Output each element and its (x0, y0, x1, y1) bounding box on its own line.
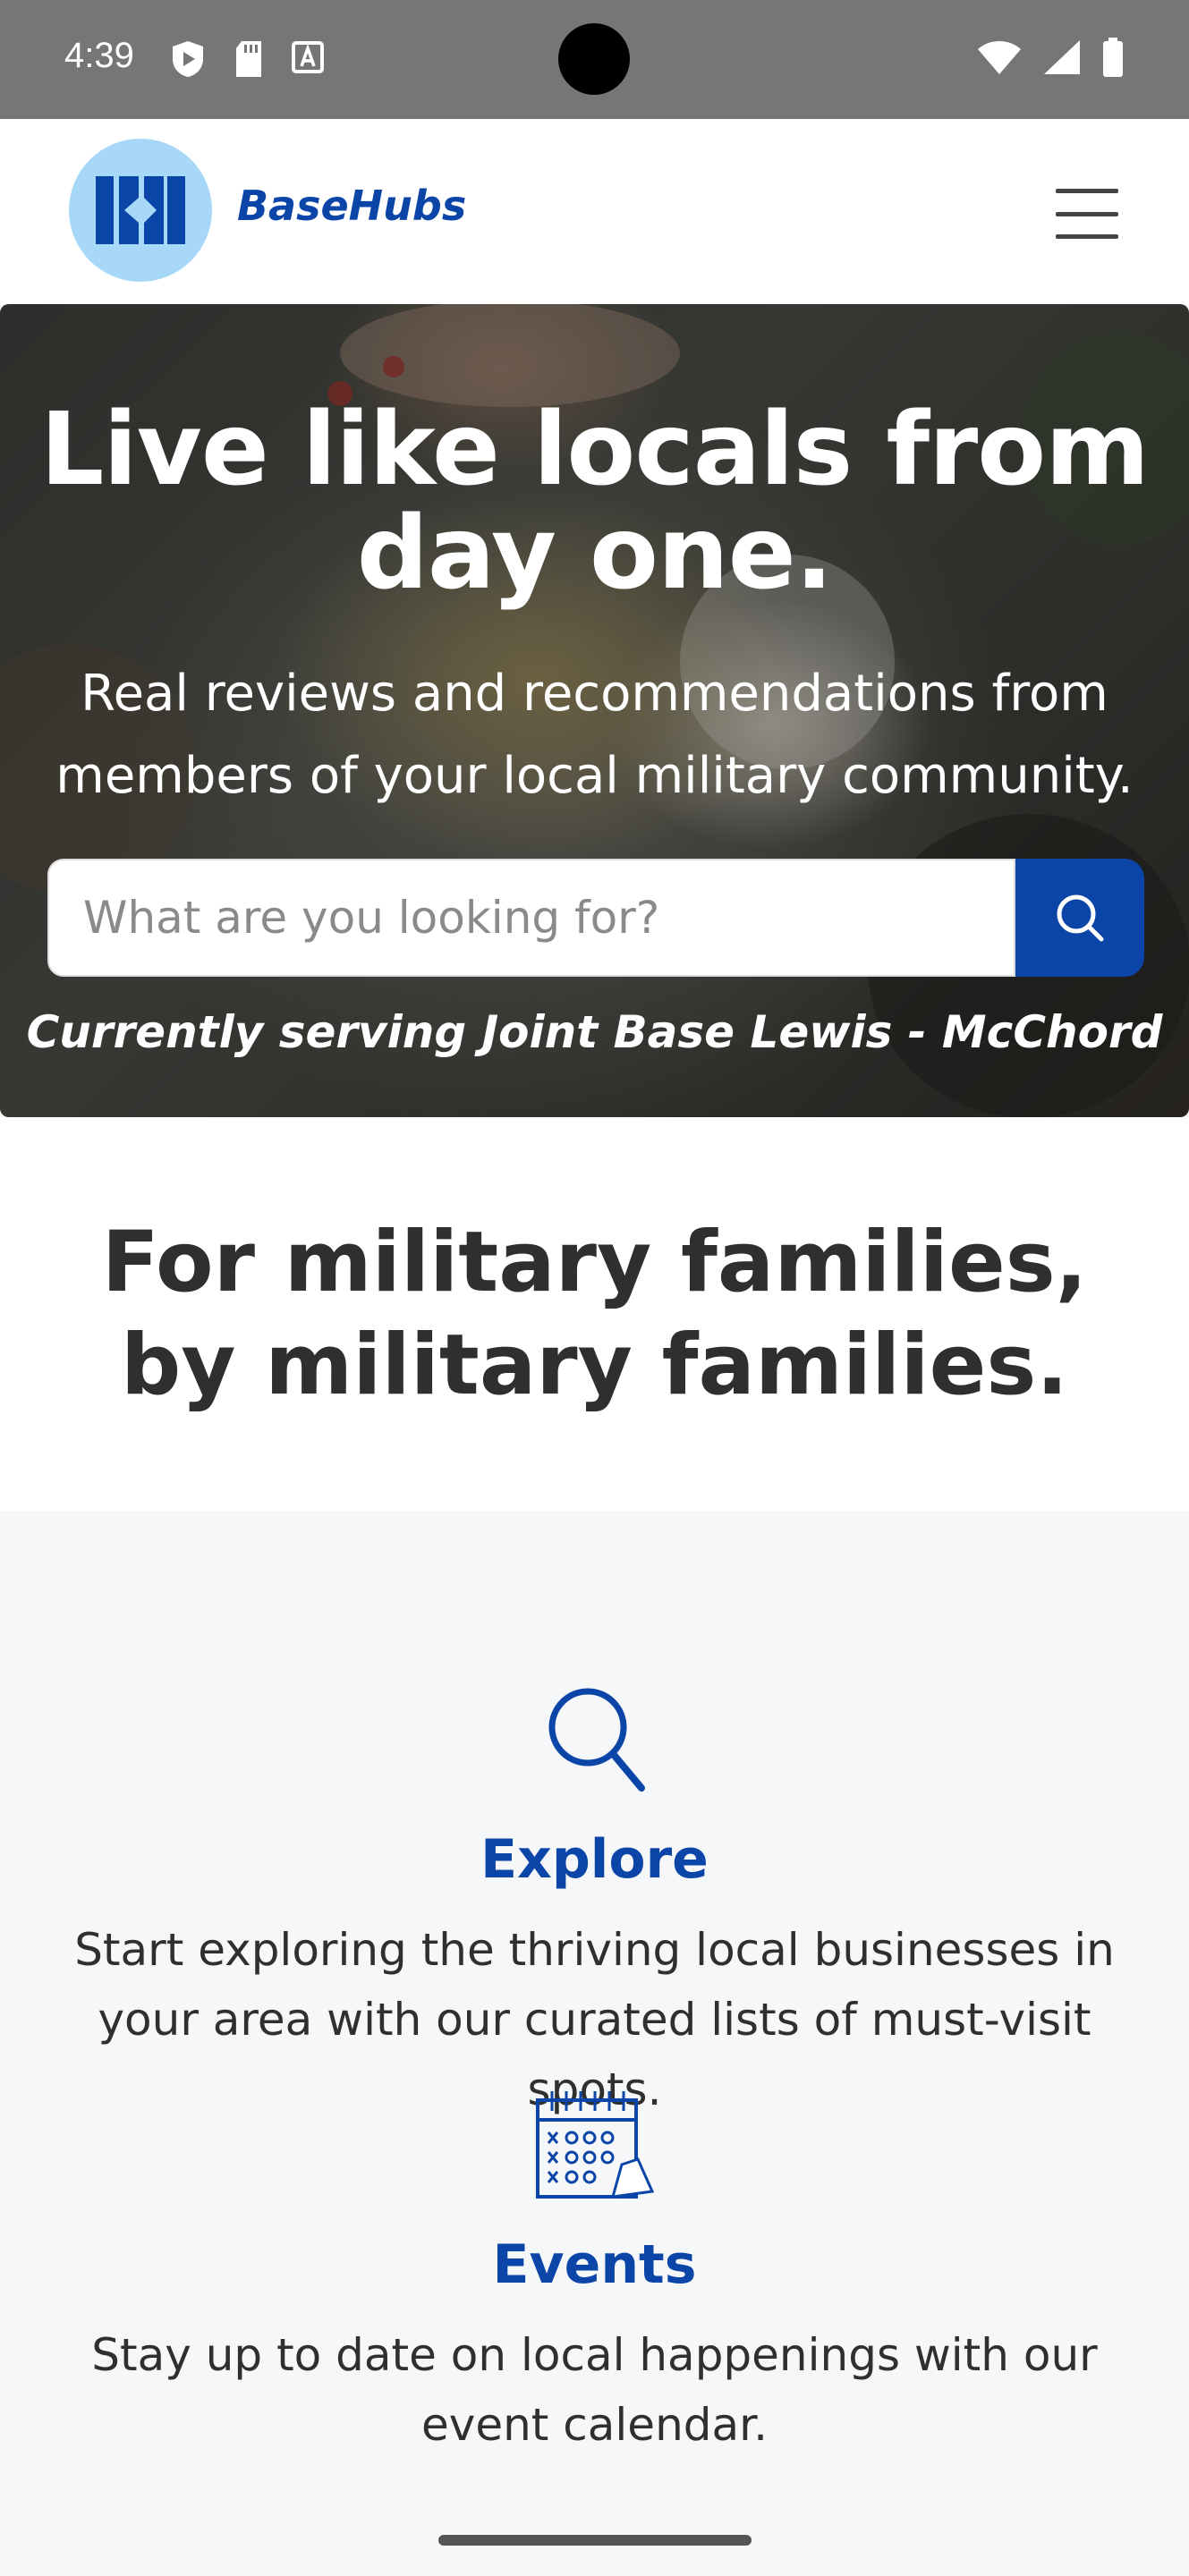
status-time: 4:39 (64, 36, 134, 75)
tagline-heading: For military families, by military famil… (101, 1214, 1088, 1414)
features-section: Explore Start exploring the thriving loc… (0, 1511, 1189, 2576)
hero-title: Live like locals from day one. (40, 392, 1150, 612)
search-icon (1057, 894, 1104, 942)
hero-banner: Live like locals from day one. Real revi… (0, 304, 1189, 1117)
search-button[interactable] (1015, 859, 1144, 977)
feature-title-events[interactable]: Events (0, 2233, 1189, 2296)
brand-logo[interactable] (69, 139, 212, 282)
feature-description-events: Stay up to date on local happenings with… (91, 2329, 1098, 2451)
brand-name[interactable]: BaseHubs (237, 182, 466, 230)
tagline-section: For military families, by military famil… (0, 1117, 1189, 1511)
font-a-icon (292, 41, 324, 73)
wifi-icon (978, 41, 1021, 74)
hero-subtitle: Real reviews and recommendations from me… (55, 665, 1134, 805)
camera-cutout (558, 23, 630, 95)
sd-card-icon (236, 41, 261, 77)
logo-mark-icon (96, 176, 185, 244)
site-header: BaseHubs (0, 119, 1189, 304)
battery-icon (1103, 38, 1123, 77)
hamburger-menu-icon[interactable] (1056, 189, 1118, 239)
status-icons-right (976, 38, 1125, 77)
home-indicator[interactable] (438, 2535, 752, 2546)
shield-icon (173, 41, 203, 77)
search-icon (548, 1688, 645, 1792)
signal-icon (1044, 40, 1080, 74)
serving-location: Currently serving Joint Base Lewis - McC… (26, 1006, 1163, 1058)
status-icons-left (170, 39, 324, 79)
search-input[interactable] (47, 859, 1015, 977)
feature-title-explore[interactable]: Explore (0, 1828, 1189, 1891)
status-bar: 4:39 (0, 0, 1189, 119)
calendar-icon (535, 2091, 654, 2199)
